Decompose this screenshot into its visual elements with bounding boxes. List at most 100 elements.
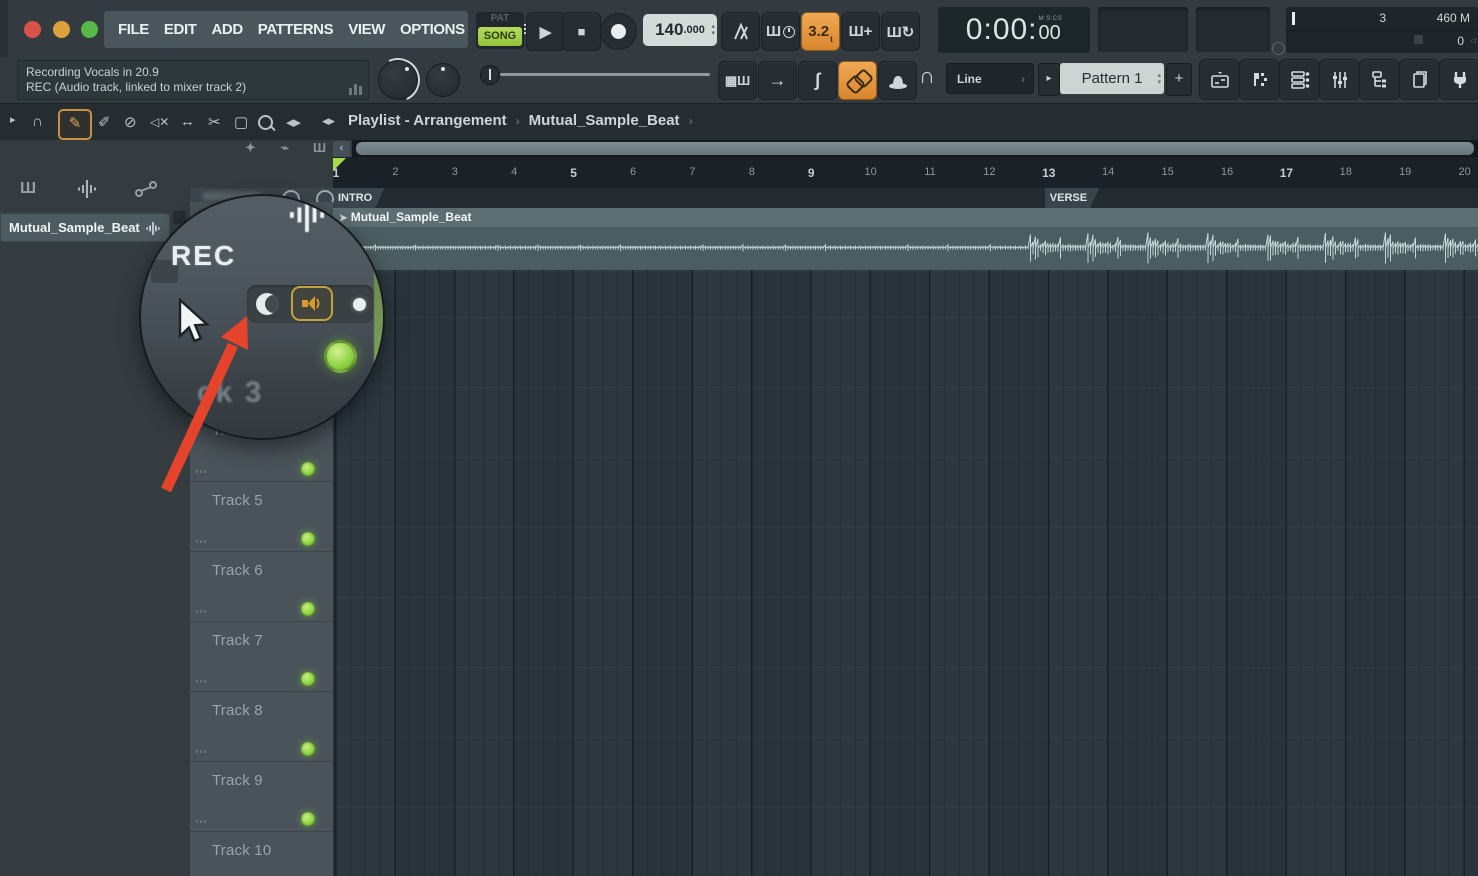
browser-window-button[interactable] xyxy=(1359,59,1400,100)
magnified-pan-knob xyxy=(256,293,278,315)
zoom-tool-button[interactable] xyxy=(258,115,273,130)
menu-item-view[interactable]: VIEW xyxy=(348,21,385,38)
tempo-spinner[interactable]: ▴▾ xyxy=(711,23,715,37)
slice-tool-button[interactable]: ✂ xyxy=(208,113,221,131)
track-name[interactable]: Track 8 xyxy=(212,702,263,719)
record-button[interactable] xyxy=(600,13,637,50)
clip-label-strip[interactable]: ➤ Mutual_Sample_Beat xyxy=(333,208,1478,227)
snap-selector[interactable]: Line › xyxy=(946,63,1034,94)
picker-audio-tab-icon[interactable] xyxy=(74,180,100,198)
pattern-spinner[interactable]: ▴▾ xyxy=(1157,72,1161,86)
close-window-button[interactable] xyxy=(24,21,41,38)
zoom-window-button[interactable] xyxy=(81,21,98,38)
picker-selected-clip[interactable]: Mutual_Sample_Beat xyxy=(0,213,170,242)
master-volume-knob[interactable] xyxy=(426,63,460,97)
track-enable-led[interactable] xyxy=(301,462,315,476)
clock-icon xyxy=(1272,42,1285,55)
magnified-clip-label: Mutual_ xyxy=(345,207,385,223)
picker-patterns-tab-icon[interactable]: Ш xyxy=(20,180,36,198)
slip-tool-button[interactable]: ↔ xyxy=(180,113,195,130)
playlist-grid[interactable] xyxy=(333,270,1478,876)
track-enable-led[interactable] xyxy=(301,812,315,826)
loop-record-button[interactable]: Ш+ xyxy=(841,12,880,51)
add-pattern-button[interactable]: + xyxy=(1166,63,1192,96)
channel-rack-window-button[interactable] xyxy=(1279,59,1320,100)
main-pitch-knob[interactable] xyxy=(378,60,418,100)
magnified-record-arm-button xyxy=(291,286,333,321)
blend-recording-button[interactable]: Ш↻ xyxy=(881,12,920,51)
shuffle-slider-track[interactable] xyxy=(500,73,710,76)
tempo-display[interactable]: 140.000 ▴▾ xyxy=(643,14,717,46)
polyphony-value: 0 xyxy=(1457,34,1464,48)
playlist-icon xyxy=(1209,70,1231,90)
song-pattern-toggle[interactable]: PAT SONG xyxy=(476,12,524,49)
project-picker-button[interactable] xyxy=(1399,59,1440,100)
menu-item-add[interactable]: ADD xyxy=(211,21,242,38)
timeline-ruler[interactable]: 1234567891011121314151617181920 xyxy=(333,157,1478,189)
pat-mode-label[interactable]: PAT xyxy=(476,13,524,24)
song-marker-verse[interactable]: VERSE xyxy=(1045,188,1099,208)
step-edit-button[interactable]: ▦Ш xyxy=(718,61,757,100)
track-header-6[interactable]: Track 6 xyxy=(190,552,333,622)
track-enable-led[interactable] xyxy=(301,532,315,546)
scrollbar-handle[interactable] xyxy=(356,142,1474,155)
track-name[interactable]: Track 9 xyxy=(212,772,263,789)
metronome-button[interactable] xyxy=(721,12,760,51)
paint-tool-button[interactable]: ✐ xyxy=(98,113,111,131)
track-name[interactable]: Track 5 xyxy=(212,492,263,509)
mixer-icon xyxy=(1329,70,1351,90)
piano-roll-window-button[interactable] xyxy=(1239,59,1280,100)
breadcrumb-root[interactable]: Playlist - Arrangement xyxy=(348,112,507,129)
pattern-selector[interactable]: Pattern 1 ▴▾ xyxy=(1060,63,1164,94)
play-button[interactable]: ▶ xyxy=(526,12,565,51)
track-enable-led[interactable] xyxy=(301,672,315,686)
track-header-8[interactable]: Track 8 xyxy=(190,692,333,762)
shuffle-slider-thumb[interactable] xyxy=(480,65,500,85)
track-name[interactable]: Track 7 xyxy=(212,632,263,649)
mute-tool-button[interactable]: ◁✕ xyxy=(150,115,169,129)
menu-item-file[interactable]: FILE xyxy=(118,21,149,38)
time-display[interactable]: 0:00: M:S:CS 00 xyxy=(938,7,1090,53)
track-name[interactable]: Track 10 xyxy=(212,842,271,859)
playlist-menu-arrow[interactable]: ▸ xyxy=(10,113,16,126)
minimize-window-button[interactable] xyxy=(53,21,70,38)
touch-controller-button[interactable] xyxy=(878,61,917,100)
playlist-window-button[interactable] xyxy=(1199,59,1240,100)
track-enable-led[interactable] xyxy=(301,602,315,616)
playlist-snap-magnet-icon[interactable]: ∩ xyxy=(32,113,43,130)
scroll-left-button[interactable]: ‹ xyxy=(333,141,350,157)
track-header-5[interactable]: Track 5 xyxy=(190,482,333,552)
menu-item-options[interactable]: OPTIONS xyxy=(400,21,465,38)
marker-row[interactable]: INTRO VERSE xyxy=(333,188,1478,208)
menu-item-edit[interactable]: EDIT xyxy=(164,21,197,38)
track-header-7[interactable]: Track 7 xyxy=(190,622,333,692)
select-tool-button[interactable]: ▢ xyxy=(234,113,248,131)
typing-keyboard-button[interactable]: → xyxy=(758,61,797,100)
pattern-picker-arrow[interactable]: ▸ xyxy=(1038,63,1060,96)
delete-tool-button[interactable]: ⊘ xyxy=(124,113,137,131)
multilink-controllers-button[interactable] xyxy=(838,61,877,100)
blend-record-icon: Ш↻ xyxy=(887,23,915,41)
draw-tool-button[interactable]: ✎ xyxy=(58,109,92,140)
breadcrumb-current[interactable]: Mutual_Sample_Beat xyxy=(529,112,680,129)
picker-automation-tab-icon[interactable] xyxy=(134,180,158,198)
stop-button[interactable]: ■ xyxy=(562,12,601,51)
chevron-right-icon: › xyxy=(689,114,693,128)
track-name[interactable]: Track 6 xyxy=(212,562,263,579)
audio-clip[interactable]: ➤ Mutual_Sample_Beat xyxy=(333,208,1478,271)
horizontal-scrollbar[interactable] xyxy=(352,140,1478,157)
track-header-9[interactable]: Track 9 xyxy=(190,762,333,832)
playback-tool-button[interactable]: ◂▸ xyxy=(286,113,301,131)
menu-item-patterns[interactable]: PATTERNS xyxy=(258,21,333,38)
mixer-window-button[interactable] xyxy=(1319,59,1360,100)
track-enable-led[interactable] xyxy=(301,742,315,756)
ruler-bar-7: 7 xyxy=(679,166,705,178)
song-marker-intro[interactable]: INTRO xyxy=(333,188,384,208)
track-header-10[interactable]: Track 10 xyxy=(190,832,333,876)
wait-for-input-button[interactable]: Ш xyxy=(761,12,800,51)
portamento-button[interactable]: ʃ xyxy=(798,61,837,100)
song-mode-label[interactable]: SONG xyxy=(478,27,522,46)
countdown-before-recording-button[interactable]: 3.2t xyxy=(801,12,840,51)
ruler-bar-2: 2 xyxy=(382,166,408,178)
plugin-picker-button[interactable] xyxy=(1439,59,1478,100)
